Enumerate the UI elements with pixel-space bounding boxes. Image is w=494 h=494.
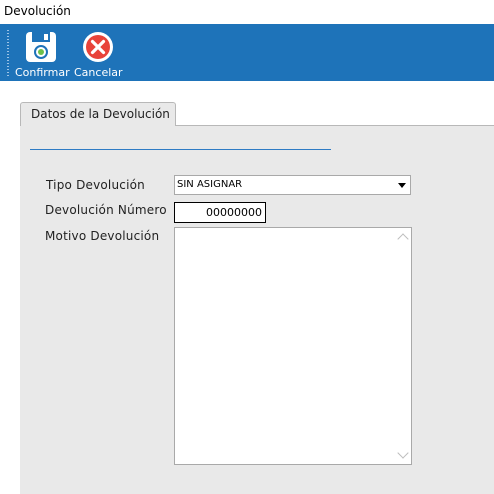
toolbar: Confirmar Cancelar (0, 24, 494, 81)
cancel-label: Cancelar (74, 66, 123, 79)
cancel-x-icon (83, 32, 113, 62)
content-area: Datos de la Devolución Tipo Devolución S… (0, 81, 494, 494)
section-separator (30, 149, 331, 150)
window-title: Devolución (4, 4, 71, 18)
scroll-up-icon[interactable] (397, 233, 409, 245)
confirm-button[interactable]: Confirmar (15, 29, 70, 79)
devolucion-numero-field[interactable]: 00000000 (174, 202, 266, 223)
devolucion-numero-value: 00000000 (206, 206, 262, 219)
tipo-devolucion-label: Tipo Devolución (46, 178, 145, 192)
textarea-scrollbar[interactable] (395, 228, 411, 464)
dropdown-arrow-icon[interactable] (398, 183, 406, 188)
scroll-down-icon[interactable] (397, 447, 409, 459)
tipo-devolucion-value: SIN ASIGNAR (177, 179, 243, 190)
motivo-devolucion-label: Motivo Devolución (45, 229, 160, 243)
motivo-devolucion-textarea[interactable] (174, 227, 412, 465)
confirm-label: Confirmar (15, 66, 70, 79)
floppy-disk-icon (26, 32, 56, 62)
tab-label: Datos de la Devolución (31, 107, 170, 121)
tab-datos-devolucion[interactable]: Datos de la Devolución (20, 102, 176, 126)
toolbar-grip[interactable] (7, 30, 9, 76)
tab-strip-line (176, 125, 494, 126)
title-bar: Devolución (0, 0, 494, 24)
devolucion-numero-label: Devolución Número (45, 203, 167, 217)
tipo-devolucion-select[interactable]: SIN ASIGNAR (174, 175, 411, 195)
cancel-button[interactable]: Cancelar (74, 29, 123, 79)
